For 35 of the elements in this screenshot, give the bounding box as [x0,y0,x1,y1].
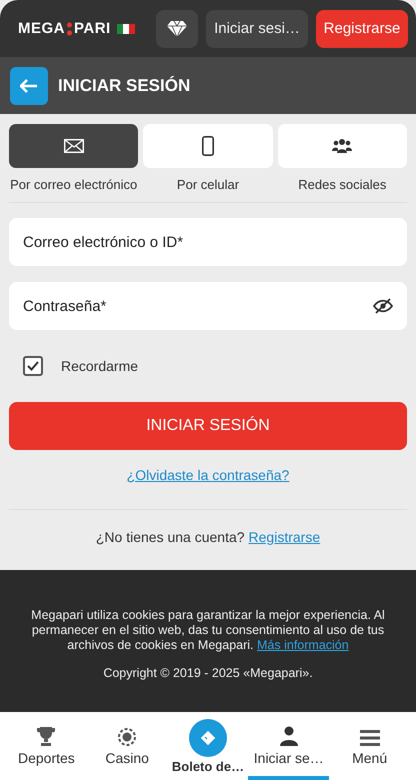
logo: PARI [74,20,111,37]
flag-icon [116,24,135,34]
login-method-tab[interactable] [278,124,407,168]
copyright-text: Copyright © 2019 - 2025 «Megapari». [103,666,313,680]
tab-label: Redes sociales [298,177,386,192]
envelope-icon [64,139,84,153]
more-info-link[interactable]: Más información [257,638,349,652]
login-button[interactable]: Iniciar sesi… [206,10,308,48]
cookie-notice: Megapari utiliza cookies para garantizar la mejor experiencia. Al permanecer en el sitio web, das tu consentimiento al uso de tus archivos de cookies en Megapari. Más información [30,608,386,653]
register-button[interactable]: Registrarse [316,10,408,48]
logo-dots-icon [67,22,72,36]
password-field[interactable]: Contraseña* [9,282,407,330]
logo: MEGA [18,20,65,37]
people-icon [332,138,352,154]
remember-checkbox[interactable] [23,356,43,376]
eye-slash-icon[interactable] [373,298,393,314]
tab-label: Por correo electrónico [10,177,138,192]
page-title: INICIAR SESIÓN [58,76,190,96]
diamond-icon [167,20,187,38]
back-button[interactable] [10,66,48,104]
ticket-icon [188,719,227,757]
menu-icon [360,730,380,746]
login-method-tab[interactable] [9,124,138,168]
diamond-button[interactable] [156,10,198,48]
signup-prompt: ¿No tienes una cuenta? [96,529,245,545]
phone-icon [202,136,214,156]
email-field[interactable]: Correo electrónico o ID* [9,218,407,266]
checkmark-icon [27,361,39,371]
login-submit-button[interactable]: INICIAR SESIÓN [9,402,407,450]
arrow-left-icon [20,78,38,92]
user-icon [280,726,298,746]
tab-label: Por celular [176,177,240,192]
trophy-icon [36,726,56,746]
poker-chip-icon [118,728,136,746]
remember-label: Recordarme [61,358,138,374]
